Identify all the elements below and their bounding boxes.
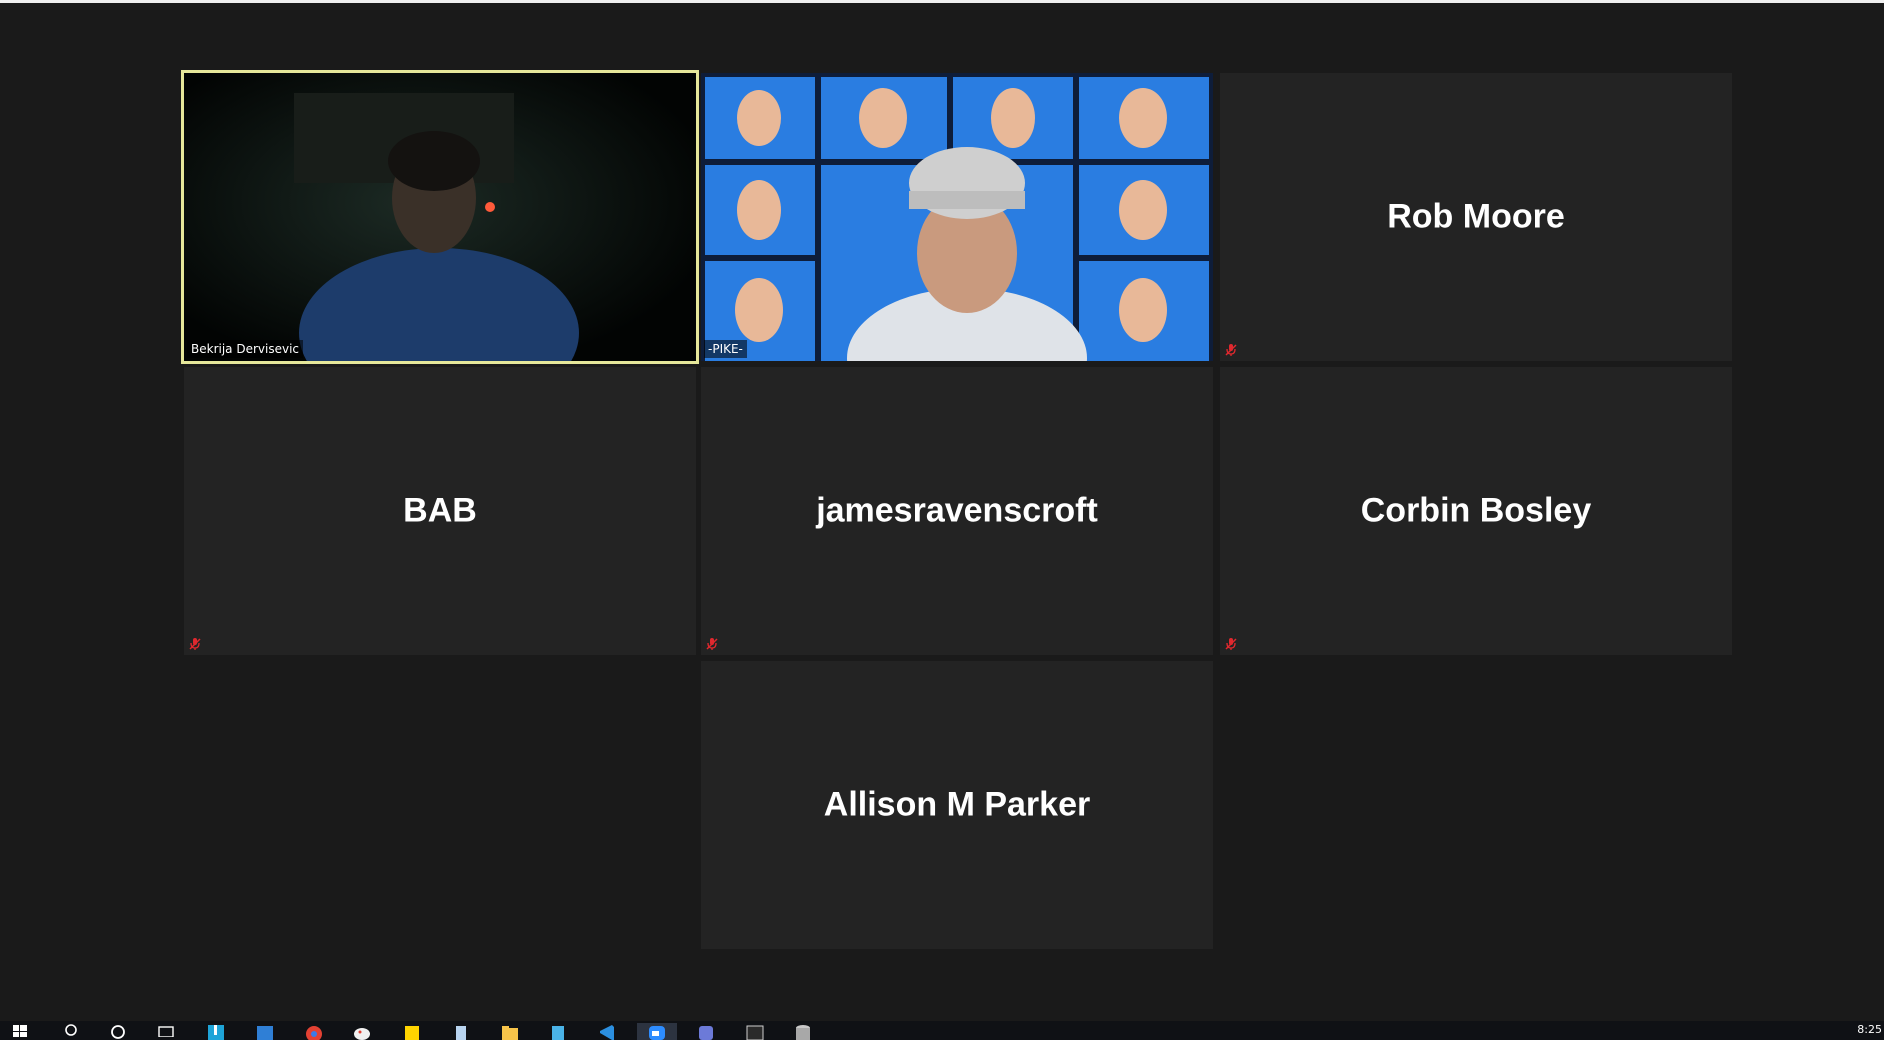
app-icon: [456, 1026, 466, 1040]
taskbar-file-explorer[interactable]: [498, 1023, 522, 1040]
muted-microphone-icon: [1225, 344, 1237, 356]
taskbar-app-4[interactable]: [694, 1023, 718, 1040]
terminal-icon: [746, 1025, 764, 1040]
muted-microphone-icon: [1225, 638, 1237, 650]
gallery-view: Bekrija Dervisevic -PIKE- Rob Moore BAB …: [0, 3, 1884, 1021]
participant-tile-pike[interactable]: -PIKE-: [701, 73, 1213, 361]
database-icon: [796, 1025, 810, 1040]
taskbar-zoom[interactable]: [637, 1023, 677, 1040]
taskbar-vscode[interactable]: [595, 1023, 619, 1040]
vscode-icon: [600, 1025, 614, 1040]
taskbar-app-5[interactable]: [791, 1023, 815, 1040]
chrome-icon: [306, 1026, 322, 1040]
zoom-icon: [649, 1026, 665, 1040]
participant-tile-jamesravenscroft[interactable]: jamesravenscroft: [701, 367, 1213, 655]
participant-name-label: Bekrija Dervisevic: [187, 340, 303, 358]
windows-logo-icon: [13, 1025, 27, 1037]
participant-name: Corbin Bosley: [1360, 491, 1592, 530]
sticky-notes-icon: [405, 1026, 419, 1040]
cortana-button[interactable]: [106, 1023, 130, 1040]
windows-start-button[interactable]: [8, 1023, 32, 1040]
participant-name: Rob Moore: [1387, 197, 1565, 236]
app-icon: [552, 1026, 564, 1040]
paint-icon: [354, 1028, 370, 1040]
taskbar-clock[interactable]: 8:25: [1857, 1023, 1882, 1036]
participant-name: BAB: [403, 491, 477, 530]
participant-name-label: -PIKE-: [704, 340, 747, 358]
cortana-icon: [111, 1025, 125, 1039]
participant-tile-bekrija[interactable]: Bekrija Dervisevic: [181, 70, 699, 364]
video-feed-pike: [701, 73, 1213, 361]
participant-name: jamesravenscroft: [816, 491, 1098, 530]
taskbar-terminal[interactable]: [743, 1023, 767, 1040]
taskbar-paint[interactable]: [350, 1023, 374, 1040]
search-icon: [65, 1024, 77, 1036]
taskbar-app-1[interactable]: [204, 1023, 228, 1040]
muted-microphone-icon: [189, 638, 201, 650]
participant-name: Allison M Parker: [823, 785, 1091, 824]
folder-icon: [502, 1026, 518, 1040]
taskbar-app-3[interactable]: [546, 1023, 570, 1040]
participant-tile-corbin-bosley[interactable]: Corbin Bosley: [1220, 367, 1732, 655]
muted-microphone-icon: [706, 638, 718, 650]
windows-taskbar: 8:25: [0, 1021, 1884, 1040]
mail-icon: [257, 1026, 273, 1040]
participant-tile-bab[interactable]: BAB: [184, 367, 696, 655]
app-icon: [699, 1026, 713, 1040]
participant-tile-allison-m-parker[interactable]: Allison M Parker: [701, 661, 1213, 949]
task-view-button[interactable]: [154, 1023, 178, 1040]
search-button[interactable]: [60, 1023, 84, 1040]
video-feed-bekrija: [184, 73, 696, 361]
taskbar-sticky-notes[interactable]: [400, 1023, 424, 1040]
taskbar-app-2[interactable]: [449, 1023, 473, 1040]
task-view-icon: [158, 1026, 174, 1037]
taskbar-chrome[interactable]: [302, 1023, 326, 1040]
taskbar-mail[interactable]: [253, 1023, 277, 1040]
participant-tile-rob-moore[interactable]: Rob Moore: [1220, 73, 1732, 361]
app-icon: [208, 1025, 224, 1040]
